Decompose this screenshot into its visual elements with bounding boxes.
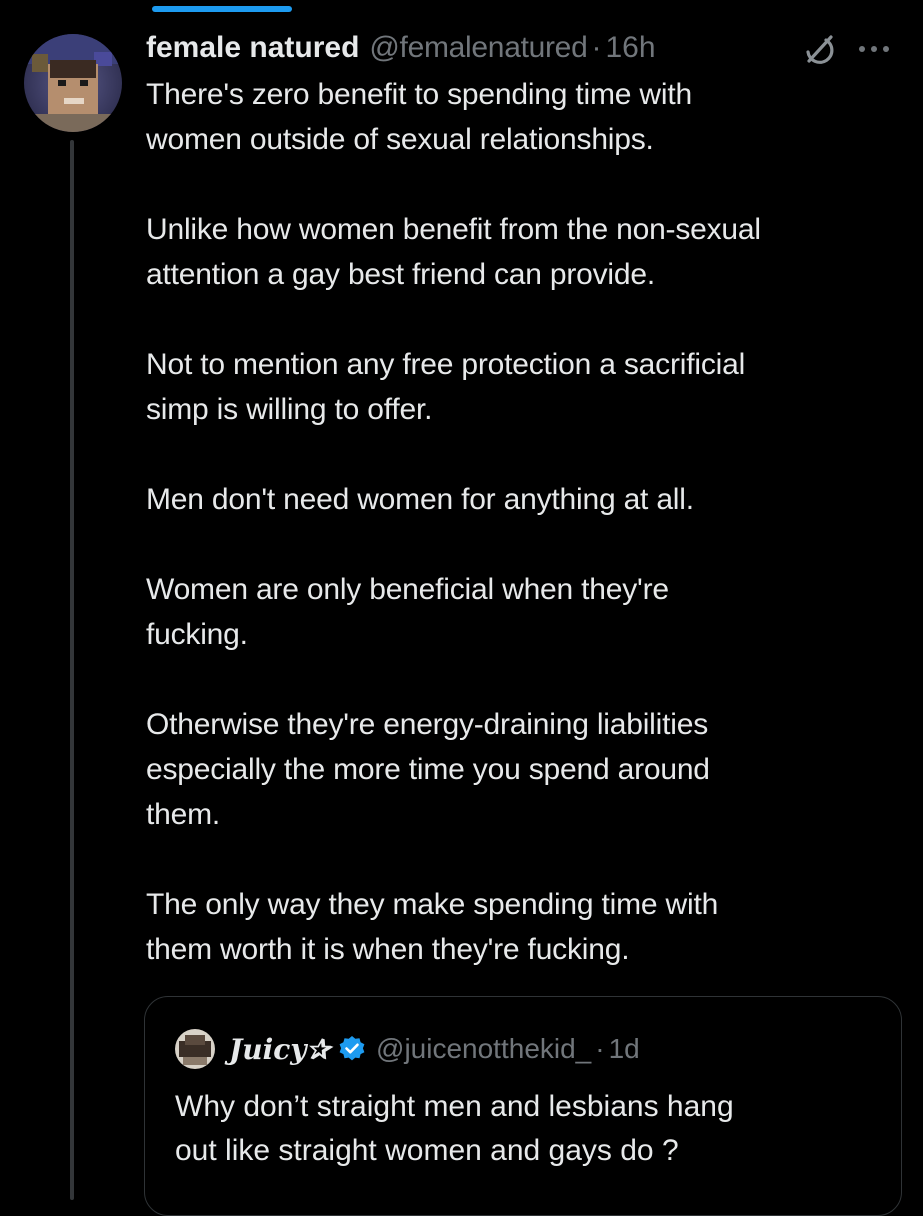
separator-dot: · xyxy=(595,1033,605,1064)
tweet-paragraph: Women are only beneficial when they're f… xyxy=(146,573,669,651)
verified-badge-icon xyxy=(338,1035,366,1063)
handle[interactable]: @femalenatured xyxy=(369,31,587,65)
quoted-avatar xyxy=(175,1029,215,1069)
more-icon[interactable] xyxy=(852,32,896,66)
tweet-paragraph: Otherwise they're energy-draining liabil… xyxy=(146,708,710,831)
tweet-header: female natured @femalenatured · 16h xyxy=(146,26,896,70)
tweet-paragraph: Men don't need women for anything at all… xyxy=(146,483,694,516)
quoted-tweet-text: Why don’t straight men and lesbians hang… xyxy=(175,1090,734,1167)
tweet-paragraph: There's zero benefit to spending time wi… xyxy=(146,78,692,156)
avatar[interactable] xyxy=(24,34,122,132)
quoted-handle[interactable]: @juicenotthekid_ xyxy=(376,1033,591,1065)
display-name[interactable]: female natured xyxy=(146,31,359,65)
tweet-paragraph: Unlike how women benefit from the non-se… xyxy=(146,213,761,291)
quoted-tweet-header: Juicy✰ @juicenotthekid_ · 1d xyxy=(175,1029,640,1069)
tweet-paragraph: Not to mention any free protection a sac… xyxy=(146,348,746,426)
quoted-tweet-card[interactable]: Juicy✰ @juicenotthekid_ · 1d Why don’t s… xyxy=(144,996,902,1216)
timestamp[interactable]: 16h xyxy=(605,31,655,65)
tweet-paragraph: The only way they make spending time wit… xyxy=(146,888,719,966)
quoted-display-name[interactable]: Juicy✰ xyxy=(229,1033,330,1066)
separator-dot: · xyxy=(591,31,602,64)
quoted-timestamp[interactable]: 1d xyxy=(609,1033,640,1065)
scroll-indicator xyxy=(152,6,292,12)
tweet-text: There's zero benefit to spending time wi… xyxy=(146,72,906,972)
grok-icon[interactable] xyxy=(800,30,838,68)
thread-line xyxy=(70,140,74,1200)
